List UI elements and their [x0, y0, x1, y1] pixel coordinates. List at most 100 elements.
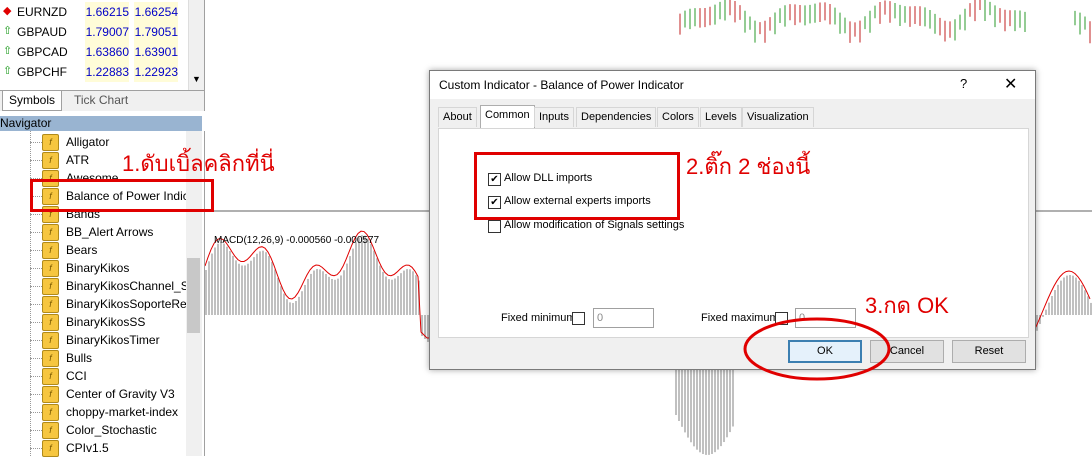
- histogram-bar: [316, 269, 318, 315]
- help-button[interactable]: ?: [960, 76, 967, 91]
- navigator-item[interactable]: f BinaryKikosTimer: [30, 331, 205, 349]
- histogram-bar: [409, 269, 411, 315]
- navigator-item[interactable]: f Color_Stochastic: [30, 421, 205, 439]
- histogram-bar: [1063, 277, 1065, 315]
- histogram-bar: [415, 275, 417, 315]
- histogram-bar: [310, 273, 312, 315]
- tab-common[interactable]: Common: [480, 105, 535, 128]
- histogram-bar: [1048, 302, 1050, 315]
- navigator-item-label: BinaryKikosChannel_Su: [66, 279, 196, 293]
- market-watch-tabs: Symbols Tick Chart: [0, 90, 205, 111]
- navigator-scroll-thumb[interactable]: [187, 258, 200, 333]
- histogram-bar: [346, 263, 348, 315]
- fixed-minimum-checkbox[interactable]: [572, 312, 585, 325]
- histogram-bar: [280, 286, 282, 315]
- tree-connector: [30, 322, 42, 323]
- histogram-bar: [271, 261, 273, 315]
- histogram-bar: [334, 279, 336, 315]
- market-watch-scrollbar[interactable]: ▼: [188, 0, 204, 90]
- market-watch-row[interactable]: ⇧ GBPAUD 1.79007 1.79051: [0, 22, 188, 42]
- navigator-item[interactable]: f Center of Gravity V3: [30, 385, 205, 403]
- histogram-bar: [1069, 275, 1071, 315]
- arrow-up-icon: ⇧: [3, 25, 13, 37]
- fixed-minimum-input[interactable]: 0: [593, 308, 654, 328]
- symbol-name: EURNZD: [17, 5, 67, 19]
- navigator-item-label: ATR: [66, 153, 90, 167]
- navigator-item[interactable]: f BB_Alert Arrows: [30, 223, 205, 241]
- tree-connector: [30, 142, 42, 143]
- custom-indicator-dialog: Custom Indicator - Balance of Power Indi…: [429, 70, 1036, 370]
- histogram-bar: [382, 271, 384, 315]
- annotation-ellipse-ok: [743, 317, 891, 381]
- reset-button[interactable]: Reset: [952, 340, 1026, 363]
- histogram-bar: [1051, 296, 1053, 315]
- histogram-bar: [403, 270, 405, 315]
- navigator-item-label: Alligator: [66, 135, 110, 149]
- tree-connector: [30, 304, 42, 305]
- histogram-bar: [256, 253, 258, 315]
- tab-colors[interactable]: Colors: [657, 107, 699, 127]
- allow-signals-modification-checkbox[interactable]: [488, 220, 501, 233]
- histogram-bar: [244, 265, 246, 315]
- navigator-item-label: Bears: [66, 243, 98, 257]
- tab-dependencies[interactable]: Dependencies: [576, 107, 657, 127]
- histogram-bar: [1078, 280, 1080, 315]
- navigator-item-label: Bulls: [66, 351, 93, 365]
- ask-price: 1.79051: [134, 22, 178, 42]
- navigator-item[interactable]: f BinaryKikosSS: [30, 313, 205, 331]
- navigator-item[interactable]: f BinaryKikosSoporteRes: [30, 295, 205, 313]
- histogram-bar: [1072, 275, 1074, 315]
- tree-connector: [30, 358, 42, 359]
- indicator-icon: f: [42, 296, 59, 313]
- annotation-box-indicator: [30, 179, 214, 212]
- market-watch-row[interactable]: ⇧ GBPCHF 1.22883 1.22923: [0, 62, 188, 82]
- histogram-bar: [229, 251, 231, 315]
- histogram-bar: [412, 271, 414, 315]
- histogram-bar: [349, 256, 351, 315]
- symbol-name: GBPCAD: [17, 45, 68, 59]
- market-watch-row[interactable]: ⇧ GBPCAD 1.63860 1.63901: [0, 42, 188, 62]
- histogram-bar: [277, 277, 279, 315]
- close-button[interactable]: ✕: [1004, 74, 1017, 94]
- histogram-bar: [325, 273, 327, 315]
- tree-connector: [30, 430, 42, 431]
- tab-inputs[interactable]: Inputs: [534, 107, 574, 127]
- histogram-bar: [1081, 285, 1083, 315]
- navigator-item[interactable]: f choppy-market-index: [30, 403, 205, 421]
- market-watch-row[interactable]: ◆ EURNZD 1.66215 1.66254: [0, 2, 188, 22]
- navigator-item[interactable]: f Bulls: [30, 349, 205, 367]
- tab-tick-chart[interactable]: Tick Chart: [68, 91, 134, 110]
- navigator-item[interactable]: f Bears: [30, 241, 205, 259]
- histogram-bar: [205, 270, 207, 315]
- tree-connector: [30, 250, 42, 251]
- navigator-item[interactable]: f BinaryKikos: [30, 259, 205, 277]
- histogram-bar: [232, 255, 234, 315]
- navigator-item-label: Color_Stochastic: [66, 423, 157, 437]
- histogram-bar: [298, 296, 300, 315]
- price-candles: [679, 0, 1091, 44]
- symbol-name: GBPAUD: [17, 25, 67, 39]
- histogram-bar: [331, 279, 333, 315]
- tree-connector: [30, 160, 42, 161]
- tree-connector: [30, 214, 42, 215]
- histogram-bar: [253, 257, 255, 315]
- indicator-icon: f: [42, 332, 59, 349]
- tab-about[interactable]: About: [438, 107, 477, 127]
- histogram-bar: [397, 276, 399, 315]
- chevron-down-icon[interactable]: ▼: [192, 74, 201, 84]
- indicator-icon: f: [42, 278, 59, 295]
- histogram-bar: [1045, 309, 1047, 315]
- navigator-item-label: CPIv1.5: [66, 441, 109, 455]
- indicator-icon: f: [42, 224, 59, 241]
- indicator-icon: f: [42, 242, 59, 259]
- navigator-item[interactable]: f CPIv1.5: [30, 439, 205, 457]
- histogram-bar: [259, 251, 261, 315]
- histogram-bar: [268, 256, 270, 315]
- tab-symbols[interactable]: Symbols: [2, 91, 63, 111]
- navigator-item-label: BinaryKikosSS: [66, 315, 146, 329]
- tab-visualization[interactable]: Visualization: [742, 107, 814, 127]
- tab-levels[interactable]: Levels: [700, 107, 742, 127]
- navigator-item[interactable]: f BinaryKikosChannel_Su: [30, 277, 205, 295]
- navigator-item[interactable]: f CCI: [30, 367, 205, 385]
- histogram-bar: [391, 279, 393, 315]
